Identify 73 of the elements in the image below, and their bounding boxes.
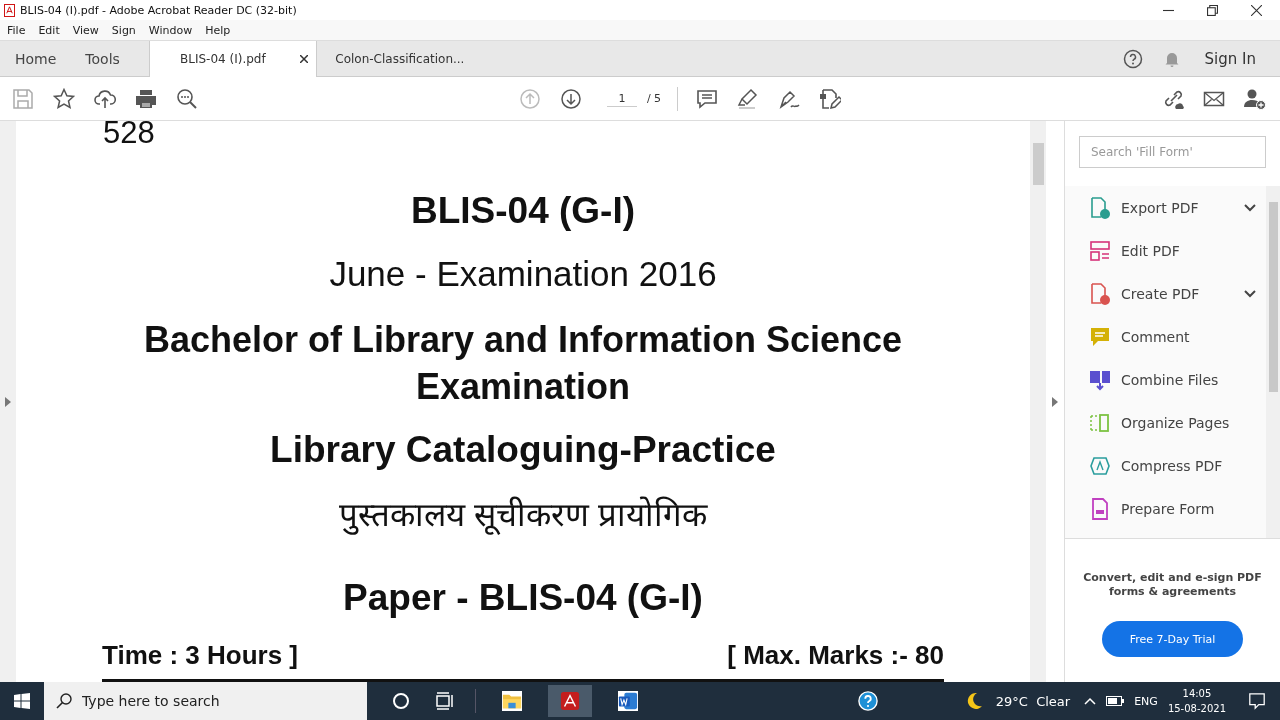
scrollbar[interactable] — [1030, 121, 1046, 682]
tool-item[interactable]: Edit PDF — [1065, 229, 1266, 272]
search-field[interactable]: Search 'Fill Form' — [1079, 136, 1266, 168]
trial-button[interactable]: Free 7-Day Trial — [1102, 621, 1243, 657]
degree-title: Bachelor of Library and Information Science Examination — [142, 318, 904, 409]
clock[interactable]: 14:05 15-08-2021 — [1167, 686, 1226, 716]
tool-icon — [1089, 454, 1111, 477]
tool-item[interactable]: Export PDF — [1065, 186, 1266, 229]
page-total: / 5 — [646, 92, 662, 105]
tool-item[interactable]: Organize Pages — [1065, 401, 1266, 444]
tool-item[interactable]: Create PDF — [1065, 272, 1266, 315]
pdf-file-icon — [4, 3, 15, 17]
zoom-icon[interactable] — [176, 87, 198, 110]
document-tab[interactable]: BLIS-04 (I).pdf — [148, 41, 316, 77]
expand-arrow-icon[interactable] — [5, 396, 11, 407]
exam-code: BLIS-04 (G-I) — [410, 189, 636, 233]
restore-icon[interactable] — [1207, 4, 1218, 16]
expand-arrow-icon[interactable] — [1052, 396, 1058, 407]
close-icon[interactable] — [299, 55, 308, 63]
menu-item[interactable]: View — [72, 23, 99, 37]
tool-item[interactable]: Combine Files — [1065, 358, 1266, 401]
highlighter-icon[interactable] — [737, 87, 760, 110]
tool-icon — [1089, 411, 1111, 434]
add-user-icon[interactable] — [1244, 87, 1266, 110]
chevron-down-icon[interactable] — [1244, 203, 1256, 212]
tool-icon — [1089, 282, 1111, 305]
tool-icon — [1089, 368, 1111, 391]
promo-text: Convert, edit and e-sign PDF forms & agreements — [1082, 571, 1263, 599]
nav-tab[interactable]: Home — [0, 41, 71, 76]
tool-icon — [1089, 239, 1111, 262]
menu-item[interactable]: Sign — [111, 23, 136, 37]
weather-text[interactable]: 29°C Clear — [995, 693, 1071, 709]
time-text: Time : 3 Hours ] — [102, 640, 298, 671]
language-indicator[interactable]: ENG — [1134, 694, 1158, 708]
folder-icon[interactable] — [502, 691, 522, 711]
comment-icon[interactable] — [696, 87, 719, 110]
sign-in-link[interactable]: Sign In — [1204, 49, 1256, 68]
tool-item[interactable]: Prepare Form — [1065, 487, 1266, 530]
page-number-text: 528 — [103, 121, 155, 145]
pdf-reader-icon[interactable] — [548, 685, 592, 717]
star-icon[interactable] — [53, 87, 75, 110]
marks-text: [ Max. Marks :- 80 — [727, 640, 944, 671]
exam-session: June - Examination 2016 — [329, 253, 717, 295]
word-icon[interactable] — [618, 691, 638, 711]
scrollbar[interactable] — [1266, 186, 1280, 538]
tool-icon — [1089, 497, 1111, 520]
taskbar-search-field[interactable]: Type here to search — [44, 682, 367, 720]
subject-title: Library Cataloguing-Practice — [270, 428, 776, 472]
subject-title-hindi: पुस्तकालय सूचीकरण प्रायोगिक — [338, 495, 708, 537]
windows-start-icon[interactable] — [14, 693, 30, 709]
paper-title: Paper - BLIS-04 (G-I) — [343, 576, 703, 620]
tool-item[interactable]: Compress PDF — [1065, 444, 1266, 487]
tool-icon — [1089, 196, 1111, 219]
print-icon[interactable] — [135, 87, 157, 110]
cortana-icon[interactable] — [391, 691, 411, 711]
notification-icon[interactable] — [1248, 692, 1266, 710]
cloud-upload-icon[interactable] — [94, 87, 116, 110]
next-page-icon[interactable] — [559, 87, 582, 110]
menu-item[interactable]: Window — [148, 23, 193, 37]
close-icon[interactable] — [1251, 4, 1262, 16]
window-title: BLIS-04 (I).pdf - Adobe Acrobat Reader DC (32-bit) — [20, 3, 297, 17]
chevron-up-icon[interactable] — [1084, 697, 1097, 705]
tool-icon — [1089, 325, 1111, 348]
help-icon[interactable] — [1122, 48, 1143, 69]
document-edit-icon[interactable] — [819, 87, 842, 110]
chevron-down-icon[interactable] — [1244, 289, 1256, 298]
tool-item[interactable]: Comment — [1065, 315, 1266, 358]
menu-item[interactable]: Edit — [38, 23, 60, 37]
nav-tab[interactable]: Tools — [70, 41, 135, 76]
battery-icon[interactable] — [1106, 696, 1125, 706]
task-view-icon[interactable] — [435, 691, 455, 711]
menu-item[interactable]: Help — [205, 23, 231, 37]
menu-item[interactable]: File — [7, 23, 26, 37]
